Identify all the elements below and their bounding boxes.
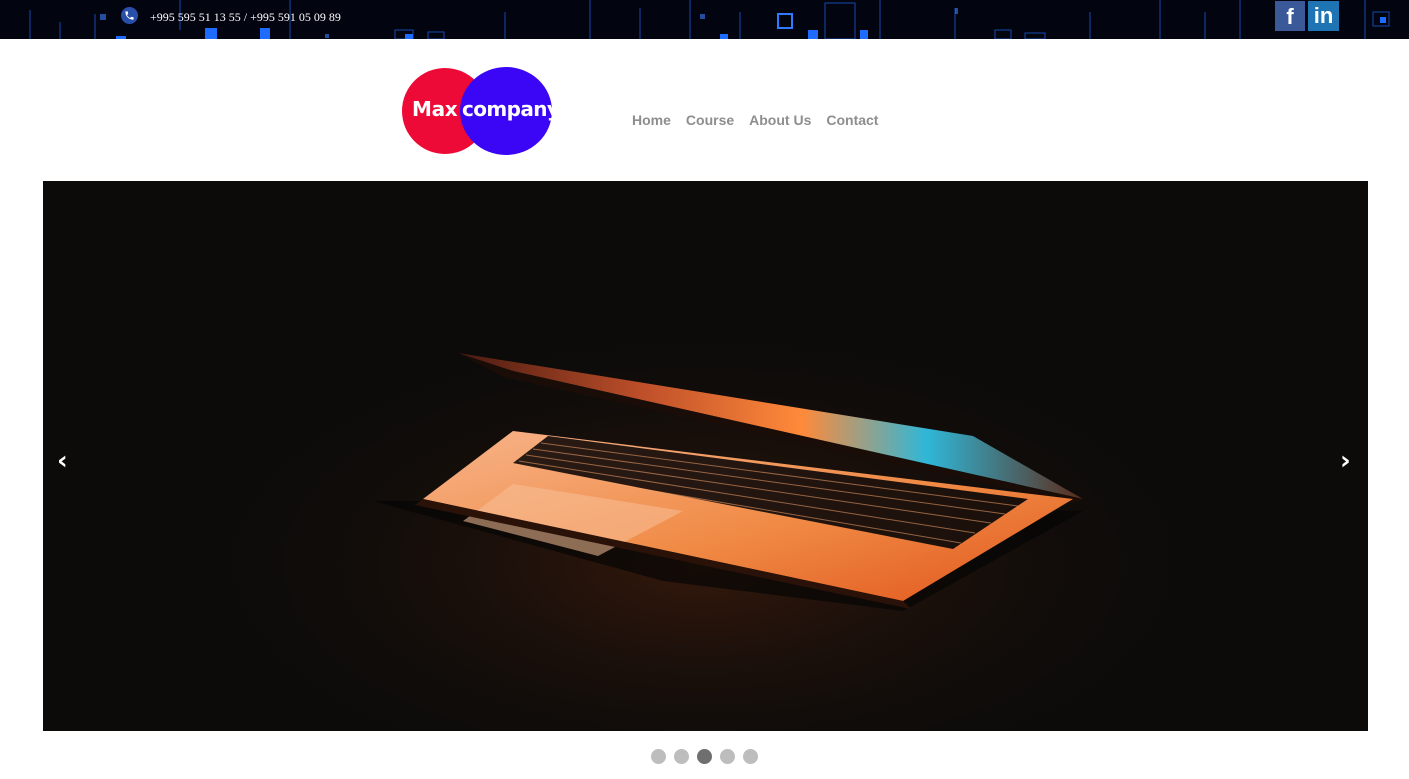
slider-dot-5[interactable] xyxy=(743,749,758,764)
main-nav: Home Course About Us Contact xyxy=(632,112,893,128)
phone-numbers: +995 595 51 13 55 / +995 591 05 09 89 xyxy=(150,10,341,24)
nav-home[interactable]: Home xyxy=(632,112,671,128)
phone-icon xyxy=(121,7,138,24)
slider-dot-2[interactable] xyxy=(674,749,689,764)
laptop-photo xyxy=(143,251,1263,731)
facebook-icon[interactable]: f xyxy=(1275,1,1305,31)
slider-next-button[interactable]: › xyxy=(1340,448,1351,474)
hero-slider: ‹ › xyxy=(43,181,1368,731)
linkedin-glyph: in xyxy=(1313,3,1334,28)
slider-dots xyxy=(651,749,758,764)
logo-word-company: company xyxy=(462,97,560,121)
slider-dot-4[interactable] xyxy=(720,749,735,764)
nav-about-us[interactable]: About Us xyxy=(749,112,811,128)
top-bar: +995 595 51 13 55 / +995 591 05 09 89 f … xyxy=(0,0,1409,39)
facebook-glyph: f xyxy=(1286,4,1294,29)
logo-word-max: Max xyxy=(412,97,458,121)
nav-course[interactable]: Course xyxy=(686,112,734,128)
linkedin-icon[interactable]: in xyxy=(1308,1,1339,31)
phone-glyph xyxy=(125,11,134,20)
nav-contact[interactable]: Contact xyxy=(826,112,878,128)
logo[interactable]: Max company xyxy=(402,67,560,155)
slider-dot-3[interactable] xyxy=(697,749,712,764)
slider-dot-1[interactable] xyxy=(651,749,666,764)
slider-prev-button[interactable]: ‹ xyxy=(57,448,68,474)
